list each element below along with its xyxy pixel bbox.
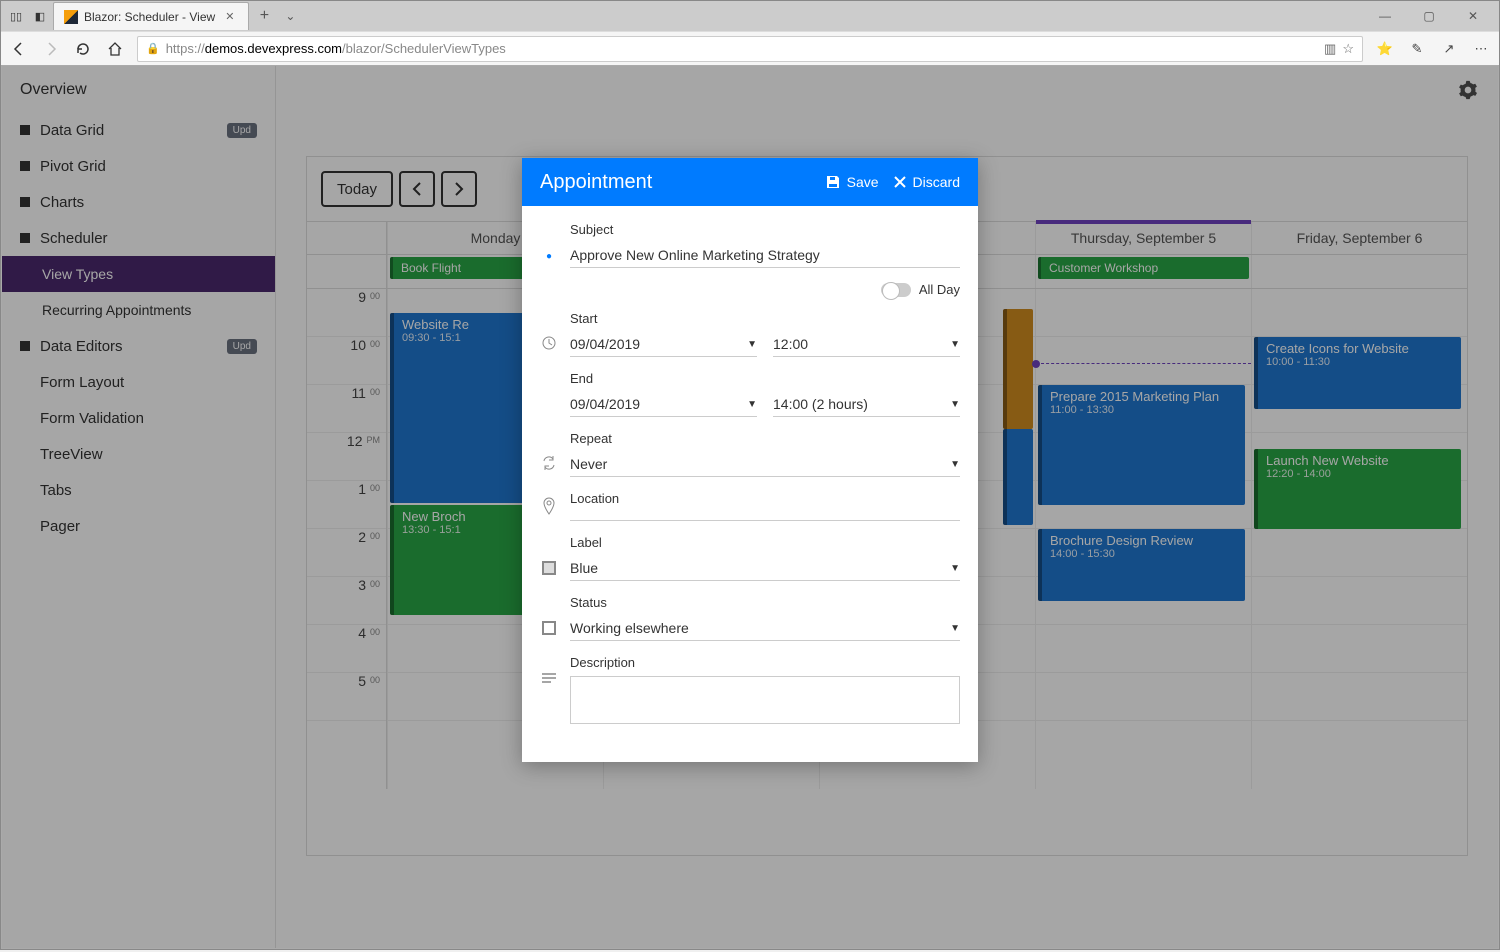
end-date-input[interactable]: 09/04/2019▼ — [570, 392, 757, 417]
appointment-modal: Appointment Save Discard Subject Approve… — [522, 158, 978, 762]
location-label: Location — [570, 491, 960, 506]
forward-button[interactable] — [41, 39, 61, 59]
label-label: Label — [570, 535, 960, 550]
lock-icon: 🔒 — [146, 42, 160, 55]
url-text: https://demos.devexpress.com/blazor/Sche… — [166, 41, 1318, 56]
repeat-icon — [540, 455, 558, 477]
home-button[interactable] — [105, 39, 125, 59]
browser-window: ▯▯ ◧ Blazor: Scheduler - View ✕ + ⌄ — ▢ … — [0, 0, 1500, 950]
allday-toggle[interactable] — [881, 283, 911, 297]
back-button[interactable] — [9, 39, 29, 59]
status-icon — [540, 621, 558, 641]
notes-icon[interactable]: ✎ — [1407, 39, 1427, 59]
save-icon — [825, 174, 841, 190]
share-icon[interactable]: ↗ — [1439, 39, 1459, 59]
tab-title: Blazor: Scheduler - View — [84, 10, 215, 24]
description-icon — [540, 655, 558, 689]
minimize-button[interactable]: — — [1363, 2, 1407, 30]
tab-more-icon[interactable]: ⌄ — [279, 9, 301, 23]
favorites-list-icon[interactable]: ⭐ — [1375, 39, 1395, 59]
favorite-icon[interactable]: ☆ — [1342, 41, 1354, 57]
start-time-input[interactable]: 12:00▼ — [773, 332, 960, 357]
modal-title: Appointment — [540, 171, 811, 194]
status-label: Status — [570, 595, 960, 610]
subject-marker-icon — [540, 251, 558, 268]
tab-favicon-icon — [64, 10, 78, 24]
tab-bar: ▯▯ ◧ Blazor: Scheduler - View ✕ + ⌄ — ▢ … — [1, 1, 1499, 31]
tab-aside-icon[interactable]: ▯▯ — [5, 5, 27, 27]
settings-icon[interactable]: ⋯ — [1471, 39, 1491, 59]
start-label: Start — [570, 311, 960, 326]
tab-recent-icon[interactable]: ◧ — [29, 5, 51, 27]
nav-bar: 🔒 https://demos.devexpress.com/blazor/Sc… — [1, 31, 1499, 65]
new-tab-button[interactable]: + — [251, 3, 277, 29]
close-icon — [893, 175, 907, 189]
label-icon — [540, 561, 558, 581]
close-window-button[interactable]: ✕ — [1451, 2, 1495, 30]
description-input[interactable] — [570, 676, 960, 724]
end-label: End — [570, 371, 960, 386]
tab-close-icon[interactable]: ✕ — [221, 10, 238, 23]
description-label: Description — [570, 655, 960, 670]
url-bar[interactable]: 🔒 https://demos.devexpress.com/blazor/Sc… — [137, 36, 1363, 62]
end-time-input[interactable]: 14:00 (2 hours)▼ — [773, 392, 960, 417]
allday-label: All Day — [919, 282, 960, 297]
page-viewport: Overview Data Grid Upd Pivot Grid Charts… — [1, 65, 1499, 949]
clock-icon — [540, 335, 558, 357]
modal-header: Appointment Save Discard — [522, 158, 978, 206]
status-select[interactable]: Working elsewhere▼ — [570, 616, 960, 641]
browser-tab[interactable]: Blazor: Scheduler - View ✕ — [53, 2, 249, 30]
save-button[interactable]: Save — [825, 174, 879, 190]
refresh-button[interactable] — [73, 39, 93, 59]
start-date-input[interactable]: 09/04/2019▼ — [570, 332, 757, 357]
repeat-select[interactable]: Never▼ — [570, 452, 960, 477]
maximize-button[interactable]: ▢ — [1407, 2, 1451, 30]
subject-input[interactable]: Approve New Online Marketing Strategy — [570, 243, 960, 268]
gear-icon[interactable] — [1458, 80, 1478, 100]
location-icon — [540, 497, 558, 521]
discard-button[interactable]: Discard — [893, 174, 960, 190]
repeat-label: Repeat — [570, 431, 960, 446]
subject-label: Subject — [570, 222, 960, 237]
location-input[interactable] — [570, 512, 960, 521]
label-select[interactable]: Blue▼ — [570, 556, 960, 581]
reading-view-icon[interactable]: ▥ — [1324, 41, 1336, 57]
